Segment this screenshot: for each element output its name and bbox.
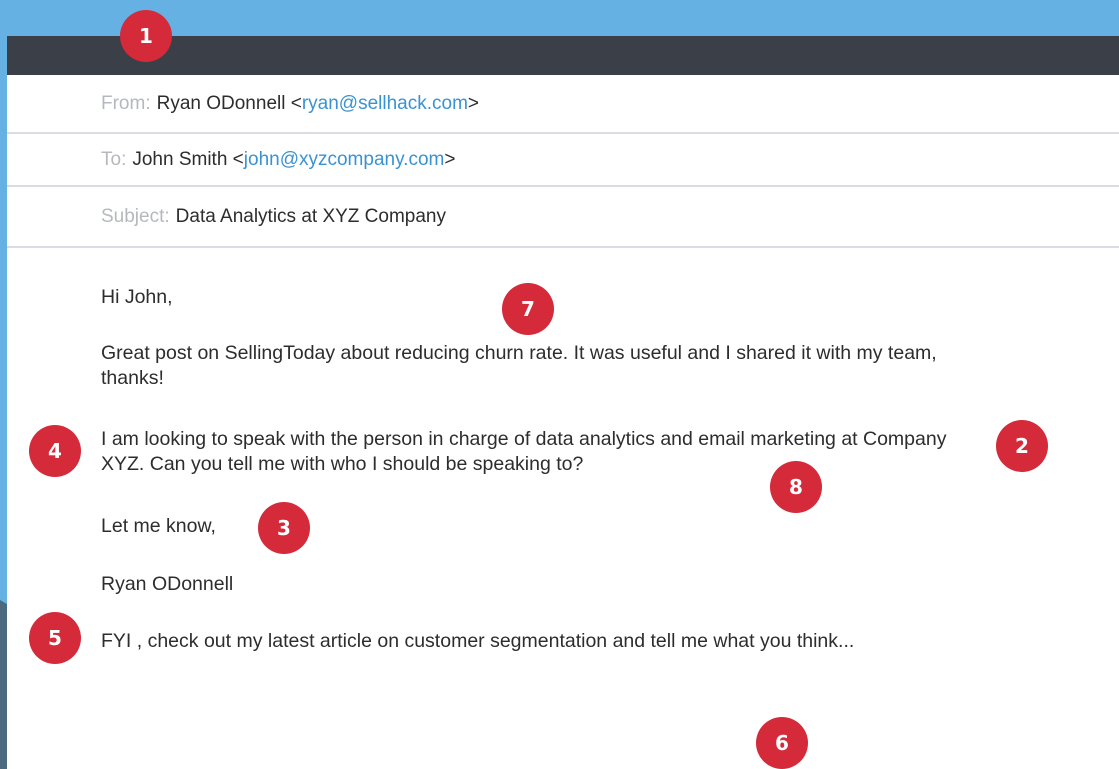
badge-6: 6 (756, 717, 808, 769)
badge-4: 4 (29, 425, 81, 477)
badge-3: 3 (258, 502, 310, 554)
email-window: From: Ryan ODonnell < ryan@sellhack.com > … (7, 36, 1119, 769)
to-email-link[interactable]: john@xyzcompany.com (244, 149, 445, 171)
from-name: Ryan ODonnell < (156, 92, 302, 114)
signature-text: Ryan ODonnell (101, 573, 234, 595)
subject-row: Subject: Data Analytics at XYZ Company (7, 187, 1119, 248)
to-close: > (444, 148, 456, 170)
to-row: To: John Smith < john@xyzcompany.com > (7, 134, 1119, 187)
badge-2: 2 (996, 420, 1048, 472)
from-close: > (467, 92, 480, 114)
subject-label: Subject: (101, 205, 170, 227)
let-me-know-text: Let me know, (101, 515, 216, 537)
latest-article-link[interactable]: latest article (268, 630, 372, 652)
badge-1: 1 (120, 10, 172, 62)
post-paragraph: Great post on SellingToday about reducin… (101, 342, 937, 389)
badge-5: 5 (29, 612, 81, 664)
subject-text: Data Analytics at XYZ Company (175, 205, 446, 227)
from-row: From: Ryan ODonnell < ryan@sellhack.com > (7, 75, 1119, 134)
title-bar (7, 36, 1119, 75)
fyi-before-text: FYI , check out my (101, 630, 268, 652)
from-label: From: (101, 92, 151, 114)
from-email-link[interactable]: ryan@sellhack.com (302, 93, 468, 115)
ask-paragraph: I am looking to speak with the person in… (101, 428, 947, 475)
badge-8: 8 (770, 461, 822, 513)
to-label: To: (101, 148, 127, 170)
fyi-after-text: on customer segmentation and tell me wha… (371, 630, 855, 652)
badge-7: 7 (502, 283, 554, 335)
fyi-paragraph: FYI , check out my latest article on cus… (101, 629, 1051, 654)
to-name: John Smith < (132, 148, 244, 170)
